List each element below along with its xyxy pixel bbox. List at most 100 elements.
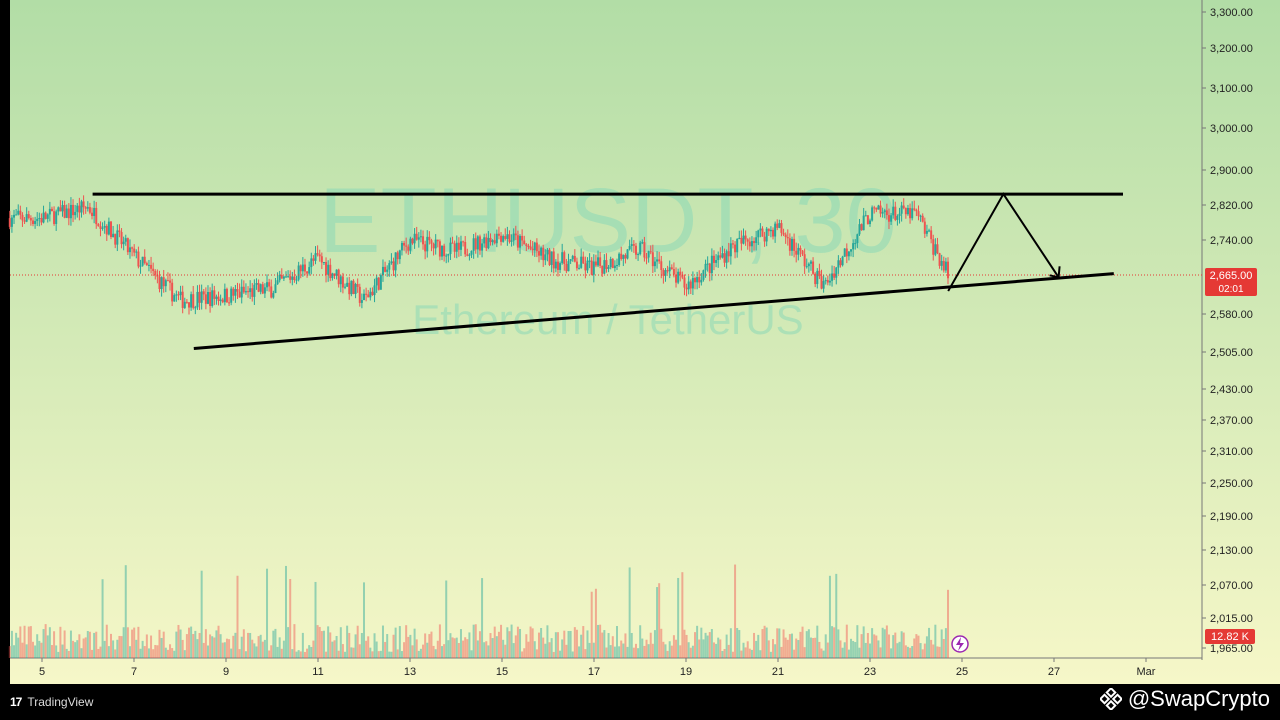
price-chart[interactable]: ETHUSDT, 30 Ethereum / TetherUS 3,300.00… — [0, 0, 1280, 684]
candle-body — [847, 251, 850, 257]
volume-bar — [131, 629, 134, 658]
volume-bar — [188, 627, 191, 658]
time-tick-label: 7 — [131, 666, 137, 678]
volume-bar — [675, 639, 678, 658]
volume-bar — [519, 629, 522, 658]
volume-bar — [384, 641, 387, 658]
candle-body — [677, 271, 680, 283]
candle-body — [833, 273, 836, 278]
candle-body — [523, 240, 526, 245]
volume-bar — [691, 645, 694, 658]
candle-body — [790, 238, 793, 251]
candle-body — [242, 286, 245, 293]
tradingview-logo[interactable]: 17 TradingView — [10, 693, 93, 711]
candle-body — [19, 210, 22, 215]
candle-body — [217, 296, 220, 301]
candle-body — [441, 245, 444, 257]
candle-body — [763, 236, 766, 242]
volume-bar — [341, 644, 344, 658]
time-tick-label: 27 — [1048, 666, 1060, 678]
volume-bar — [580, 634, 583, 658]
candle-body — [921, 215, 924, 222]
volume-bar — [525, 634, 528, 658]
volume-bar — [196, 639, 199, 658]
volume-bar — [546, 625, 549, 658]
candle-body — [428, 236, 431, 241]
volume-bar — [877, 640, 880, 658]
candle-body — [521, 235, 524, 241]
volume-bar — [860, 634, 863, 658]
candle-body — [639, 242, 642, 255]
volume-bar — [457, 643, 460, 658]
volume-bar — [192, 634, 195, 658]
candle-body — [40, 218, 43, 223]
candle-body — [508, 234, 511, 242]
volume-bar — [232, 635, 235, 658]
candle-body — [824, 280, 827, 282]
candle-body — [261, 284, 264, 294]
candle-body — [778, 223, 781, 228]
candle-body — [451, 242, 454, 244]
volume-bar — [447, 640, 450, 658]
candle-body — [875, 207, 878, 210]
candle-body — [251, 288, 254, 297]
price-tick-label: 2,740.00 — [1210, 235, 1253, 247]
price-tick-label: 2,430.00 — [1210, 384, 1253, 396]
candle-body — [74, 211, 77, 216]
candle-body — [647, 251, 650, 258]
candle-body — [244, 291, 247, 293]
volume-bar — [523, 648, 526, 658]
candle-body — [634, 245, 637, 255]
volume-bar — [748, 648, 751, 658]
volume-bar — [46, 635, 49, 658]
volume-bar — [769, 651, 772, 658]
candle-body — [809, 261, 812, 264]
volume-bar — [34, 645, 37, 658]
volume-bar — [215, 630, 218, 658]
candle-body — [489, 237, 492, 243]
volume-bar — [257, 636, 260, 658]
candle-body — [898, 213, 901, 216]
price-tick-label: 2,190.00 — [1210, 511, 1253, 523]
volume-bar — [200, 570, 203, 658]
candle-body — [723, 253, 726, 263]
volume-bar — [662, 641, 665, 658]
binance-diamond-icon — [1099, 688, 1122, 710]
volume-bar — [377, 651, 380, 658]
candle-body — [837, 260, 840, 268]
candle-body — [101, 227, 104, 229]
volume-bar — [607, 633, 610, 658]
candle-body — [310, 258, 313, 268]
volume-bar — [778, 628, 781, 658]
candle-body — [516, 235, 519, 248]
volume-bar — [419, 648, 422, 658]
candle-body — [202, 291, 205, 295]
candle-body — [48, 208, 51, 215]
volume-bar — [466, 639, 469, 658]
volume-bar — [700, 627, 703, 658]
candle-body — [881, 212, 884, 214]
candle-body — [160, 277, 163, 290]
candle-body — [879, 205, 882, 214]
candle-body — [793, 238, 796, 251]
candle-body — [253, 284, 256, 297]
volume-bar — [603, 630, 606, 658]
volume-bar — [198, 633, 201, 658]
candle-body — [240, 286, 243, 298]
volume-bar — [57, 651, 60, 658]
candle-body — [679, 271, 682, 275]
volume-bar — [932, 644, 935, 658]
candle-body — [259, 284, 262, 292]
volume-bar — [206, 645, 209, 658]
volume-bar — [847, 649, 850, 658]
candle-body — [860, 224, 863, 231]
volume-badge: 12.82 K — [1205, 629, 1255, 644]
candle-body — [506, 234, 509, 239]
lightning-icon[interactable] — [951, 635, 969, 653]
candle-body — [379, 275, 382, 290]
candle-body — [637, 254, 640, 256]
volume-bar — [464, 637, 467, 658]
candle-body — [211, 290, 214, 306]
volume-bar — [814, 637, 817, 658]
volume-bar — [25, 644, 28, 658]
